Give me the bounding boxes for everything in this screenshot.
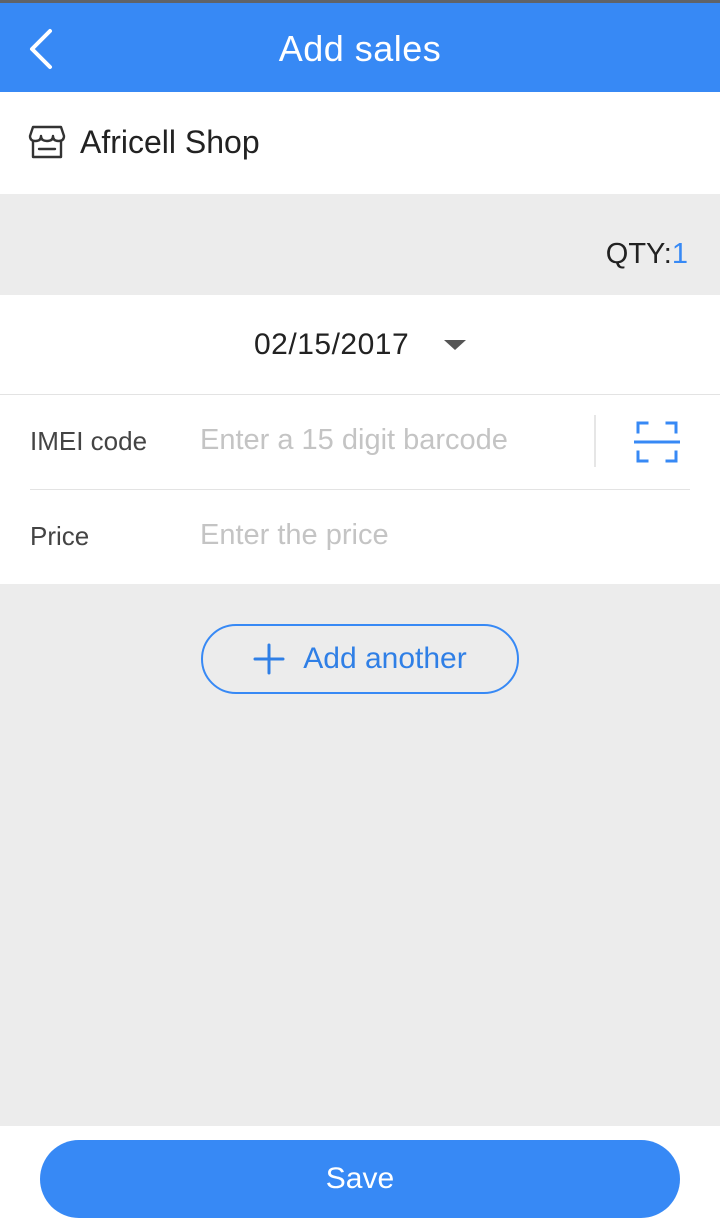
add-another-label: Add another — [303, 642, 467, 675]
caret-down-icon — [444, 340, 466, 350]
date-value: 02/15/2017 — [254, 328, 410, 361]
back-button[interactable] — [16, 21, 64, 77]
shop-name: Africell Shop — [80, 124, 260, 160]
date-picker[interactable]: 02/15/2017 — [0, 295, 720, 395]
qty-value: 1 — [671, 238, 688, 270]
imei-input[interactable] — [200, 417, 580, 463]
add-another-button[interactable]: Add another — [201, 624, 519, 694]
plus-icon — [253, 643, 285, 675]
barcode-scan-icon[interactable] — [634, 419, 680, 465]
price-label: Price — [30, 521, 90, 551]
page-title: Add sales — [278, 28, 442, 69]
quantity-indicator: QTY:1 — [606, 236, 688, 272]
imei-label: IMEI code — [30, 426, 148, 456]
sale-form: 02/15/2017 IMEI code Price — [0, 295, 720, 584]
store-icon — [28, 125, 66, 159]
imei-field-row: IMEI code — [30, 395, 690, 490]
save-button[interactable]: Save — [40, 1140, 680, 1218]
price-field-row: Price — [30, 490, 690, 585]
qty-label: QTY: — [605, 238, 672, 270]
chevron-left-icon — [30, 29, 52, 69]
app-header: Add sales — [0, 0, 720, 92]
footer-bar: Save — [0, 1126, 720, 1232]
price-input[interactable] — [200, 512, 680, 558]
shop-row: Africell Shop — [0, 92, 720, 194]
divider — [594, 415, 596, 467]
